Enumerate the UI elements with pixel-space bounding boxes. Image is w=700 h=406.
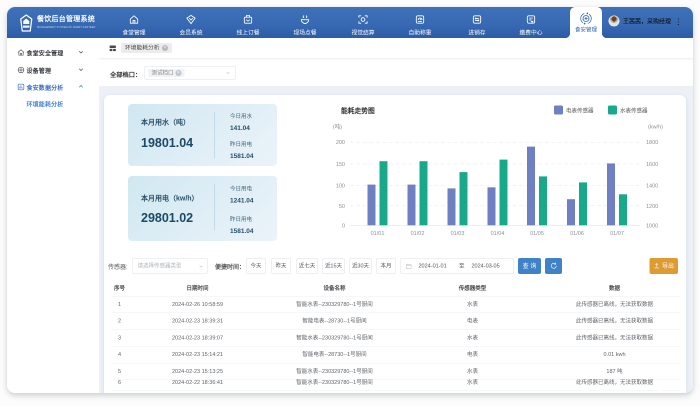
svg-text:150: 150 [336, 162, 345, 168]
svg-text:0: 0 [342, 223, 345, 229]
svg-text:(吨): (吨) [333, 123, 342, 131]
svg-text:01/04: 01/04 [491, 231, 505, 237]
svg-text:01/01: 01/01 [371, 231, 385, 237]
svg-text:1600: 1600 [646, 162, 658, 168]
svg-text:1400: 1400 [646, 184, 658, 190]
svg-text:1000: 1000 [646, 223, 658, 229]
svg-text:200: 200 [336, 140, 345, 146]
svg-text:1200: 1200 [646, 204, 658, 210]
svg-text:50: 50 [339, 204, 345, 210]
svg-text:01/05: 01/05 [530, 231, 544, 237]
svg-text:1800: 1800 [646, 140, 658, 146]
svg-text:01/06: 01/06 [570, 231, 584, 237]
svg-text:01/02: 01/02 [411, 231, 425, 237]
svg-text:01/07: 01/07 [610, 231, 624, 237]
svg-text:100: 100 [336, 184, 345, 190]
svg-text:(kw/h): (kw/h) [648, 125, 663, 131]
svg-text:01/03: 01/03 [451, 231, 465, 237]
